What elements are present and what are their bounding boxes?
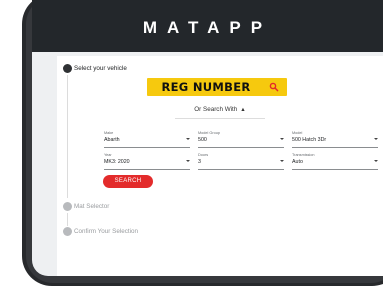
registration-plate-input[interactable]: REG NUMBER [147,78,287,96]
vehicle-selection-card: Select your vehicle REG NUMBER Or Search… [57,56,383,276]
make-value[interactable]: Abarth [104,137,120,144]
model-group-select[interactable]: Model Group 500 [198,131,284,149]
step-3-indicator [63,227,72,236]
step-2-indicator [63,202,72,211]
model-group-label: Model Group [198,131,220,135]
search-icon[interactable] [269,82,279,92]
step-2-label[interactable]: Mat Selector [74,203,109,211]
field-underline [104,147,190,148]
make-label: Make [104,131,114,135]
search-button[interactable]: SEARCH [103,175,153,188]
model-label: Model [292,131,303,135]
dropdown-arrow-icon[interactable] [280,138,284,140]
field-underline [292,147,378,148]
year-select[interactable]: Year MK3: 2020 [104,153,190,171]
dropdown-arrow-icon[interactable] [374,160,378,162]
app-header: MATAPP [32,0,383,52]
year-value[interactable]: MK3: 2020 [104,159,130,166]
or-search-with-label[interactable]: Or Search With [194,106,237,113]
transmission-select[interactable]: Transmission Auto [292,153,378,171]
app-logo: MATAPP [142,18,273,37]
step-1-indicator [63,64,72,73]
field-underline [104,169,190,170]
dropdown-arrow-icon[interactable] [186,138,190,140]
step-connector [67,75,68,198]
divider [175,118,265,119]
model-value[interactable]: 500 Hatch 3Dr [292,137,326,144]
dropdown-arrow-icon[interactable] [374,138,378,140]
make-select[interactable]: Make Abarth [104,131,190,149]
transmission-label: Transmission [292,153,315,157]
model-group-value[interactable]: 500 [198,137,207,144]
step-3-label[interactable]: Confirm Your Selection [74,228,138,236]
field-underline [198,147,284,148]
doors-value[interactable]: 3 [198,159,201,166]
dropdown-arrow-icon[interactable] [186,160,190,162]
step-1-label[interactable]: Select your vehicle [74,65,127,73]
tablet-screen: MATAPP Select your vehicle REG NUMBER Or… [32,0,383,276]
registration-plate-text[interactable]: REG NUMBER [147,80,265,94]
transmission-value[interactable]: Auto [292,159,303,166]
year-label: Year [104,153,112,157]
doors-select[interactable]: Doors 3 [198,153,284,171]
chevron-up-icon[interactable]: ▲ [240,106,245,114]
field-underline [292,169,378,170]
doors-label: Doors [198,153,209,157]
model-select[interactable]: Model 500 Hatch 3Dr [292,131,378,149]
or-search-with-toggle[interactable]: Or Search With ▲ [175,106,265,114]
step-connector [67,213,68,226]
field-underline [198,169,284,170]
dropdown-arrow-icon[interactable] [280,160,284,162]
